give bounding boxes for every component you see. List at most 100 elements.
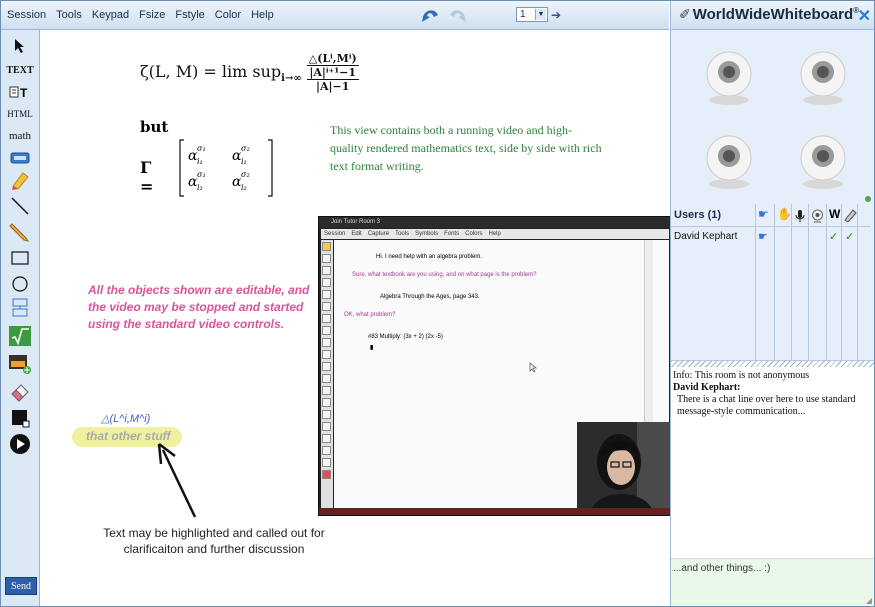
zeta-limit-sub: i→∞: [281, 73, 302, 85]
right-panel: Users (1) ☛ ✋ W David Kephart ☛ ✓ ✓ Info…: [670, 30, 874, 606]
menu-color[interactable]: Color: [210, 9, 246, 21]
rectangle-tool-icon[interactable]: [7, 248, 33, 268]
math-tool[interactable]: math: [7, 126, 33, 146]
chat-author: David Kephart:: [673, 382, 741, 393]
hand-wave-icon[interactable]: ☛: [758, 207, 769, 221]
eraser-tool-icon[interactable]: [7, 382, 33, 402]
pencil-tool-icon[interactable]: [7, 222, 33, 242]
html-tool[interactable]: HTML: [7, 104, 33, 124]
video-tool-icon: [322, 446, 331, 455]
video-tool-icon: [322, 290, 331, 299]
raise-hand-icon[interactable]: ✋: [777, 207, 792, 221]
video-chat-line: OK, what problem?: [344, 312, 396, 318]
callout-arrow-icon[interactable]: [155, 442, 205, 522]
text-tool[interactable]: TEXT: [6, 60, 33, 80]
menu-fsize[interactable]: Fsize: [134, 9, 170, 21]
video-tool-icon: [322, 302, 331, 311]
send-button[interactable]: Send: [5, 577, 37, 595]
callout-text[interactable]: Text may be highlighted and called out f…: [96, 525, 332, 557]
webcam-slot-icon[interactable]: [699, 48, 759, 106]
zeta-equation[interactable]: ζ(L, M) = lim supi→∞ △(Lⁱ,Mⁱ) |A|ⁱ⁺¹−1 |…: [140, 52, 359, 93]
webcam-icon[interactable]: [811, 209, 824, 223]
keyboard-tool-icon[interactable]: [7, 148, 33, 168]
resize-grip-icon[interactable]: ◢: [866, 596, 872, 605]
video-toolbar: [321, 240, 333, 508]
users-count: Users (1): [674, 209, 722, 221]
menu-help[interactable]: Help: [246, 9, 279, 21]
highlighted-text[interactable]: that other stuff: [86, 429, 170, 443]
svg-text:σ₁: σ₁: [197, 170, 206, 179]
chat-input[interactable]: ...and other things... :) ◢: [671, 558, 874, 606]
svg-text:σ₁: σ₁: [197, 144, 206, 153]
page-go-arrow-icon[interactable]: ➔: [551, 8, 561, 22]
svg-text:σ₂: σ₂: [241, 170, 250, 179]
user-name[interactable]: David Kephart: [674, 231, 737, 242]
video-player[interactable]: Join Tutor Room 3 Session Edit Capture T…: [318, 216, 672, 516]
marker-tool-icon[interactable]: [7, 170, 33, 190]
tool-palette: TEXT T HTML math Send: [1, 30, 40, 606]
microphone-icon[interactable]: [794, 209, 806, 223]
line-tool-icon[interactable]: [7, 196, 33, 216]
webcam-slot-icon[interactable]: [793, 132, 853, 190]
menu-session[interactable]: Session: [1, 9, 51, 21]
users-column-divider: [791, 204, 792, 370]
svg-text:i₂: i₂: [241, 183, 247, 192]
app-window: Session Tools Keypad Fsize Fstyle Color …: [0, 0, 875, 607]
delta-label[interactable]: △(L^i,M^i): [101, 412, 150, 425]
video-menu: Session Edit Capture Tools Symbols Fonts…: [321, 229, 669, 239]
menu-keypad[interactable]: Keypad: [87, 9, 134, 21]
graph-tool-icon[interactable]: [7, 298, 33, 318]
webcam-slot-icon[interactable]: [699, 132, 759, 190]
user-pen-check-icon[interactable]: ✓: [845, 230, 854, 243]
pen-permission-icon[interactable]: [843, 208, 857, 222]
zeta-numerator: △(Lⁱ,Mⁱ): [306, 52, 359, 66]
rich-text-tool-icon[interactable]: T: [7, 82, 33, 102]
users-column-divider: [826, 204, 827, 370]
user-whiteboard-check-icon[interactable]: ✓: [829, 230, 838, 243]
circle-tool-icon[interactable]: [7, 274, 33, 294]
svg-text:σ₂: σ₂: [241, 144, 250, 153]
webcam-slot-icon[interactable]: [793, 48, 853, 106]
video-chat-line: Sure, what textbook are you using, and o…: [352, 272, 537, 278]
video-tool-icon: [322, 374, 331, 383]
but-text[interactable]: but: [140, 118, 168, 136]
pointer-tool-icon[interactable]: [7, 36, 33, 56]
green-rich-text[interactable]: This view contains both a running video …: [330, 121, 605, 175]
zeta-den-top: |A|ⁱ⁺¹−1: [306, 66, 359, 80]
pink-rich-text[interactable]: All the objects shown are editable, and …: [88, 282, 323, 333]
video-tool-icon: [322, 278, 331, 287]
video-tool-icon: [322, 266, 331, 275]
gamma-lhs: Γ =: [140, 158, 154, 196]
video-tool-icon: [322, 434, 331, 443]
svg-text:T: T: [20, 86, 28, 100]
user-wave-icon[interactable]: ☛: [758, 230, 768, 243]
menu-fstyle[interactable]: Fstyle: [170, 9, 209, 21]
undo-icon[interactable]: [419, 5, 441, 25]
redo-icon[interactable]: [447, 5, 469, 25]
play-tool-icon[interactable]: [7, 434, 33, 454]
svg-text:i₁: i₁: [197, 157, 203, 166]
brand-name: WorldWideWhiteboard: [692, 6, 854, 23]
gamma-matrix: α σ₁ i₁ α σ₂ i₁ α σ₁ i₂ α σ₂ i₂: [179, 139, 273, 197]
whiteboard-canvas[interactable]: ζ(L, M) = lim supi→∞ △(Lⁱ,Mⁱ) |A|ⁱ⁺¹−1 |…: [40, 30, 672, 606]
video-tool-icon: [322, 470, 331, 479]
image-insert-tool-icon[interactable]: [7, 354, 33, 374]
text-cursor: ▮: [370, 345, 374, 351]
mouse-cursor-icon: [529, 362, 537, 373]
menu-tools[interactable]: Tools: [51, 9, 87, 21]
video-menu-item: Session: [324, 231, 346, 237]
page-select[interactable]: 1 ▼: [516, 7, 548, 22]
sqrt-tool-icon[interactable]: [7, 326, 33, 346]
video-tool-icon: [322, 242, 331, 251]
zeta-lhs: ζ(L, M) = lim sup: [140, 62, 282, 81]
whiteboard-permission-label[interactable]: W: [829, 207, 840, 221]
color-picker-icon[interactable]: [7, 408, 33, 428]
video-menu-item: Colors: [465, 231, 483, 237]
video-chat-line: Algebra Through the Ages, page 343.: [380, 294, 480, 300]
users-column-divider: [774, 204, 775, 370]
video-menu-item: Edit: [351, 231, 362, 237]
resize-handle[interactable]: [671, 361, 874, 367]
close-icon[interactable]: ✕: [858, 6, 871, 26]
video-progress-bar[interactable]: [319, 508, 671, 515]
zeta-den-bottom: |A|−1: [316, 80, 350, 93]
